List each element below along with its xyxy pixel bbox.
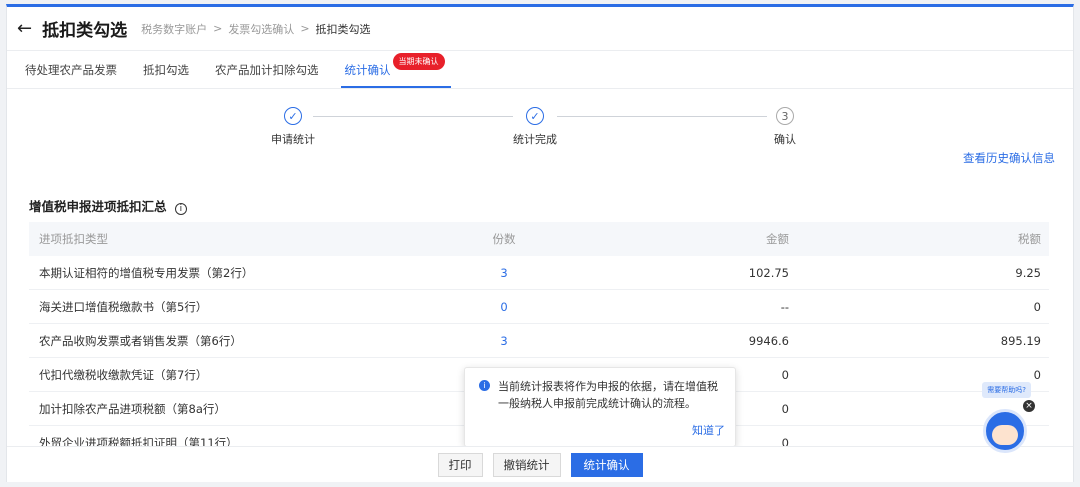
mascot-face xyxy=(992,425,1018,445)
info-popover: i 当前统计报表将作为申报的依据，请在增值税一般纳税人申报前完成统计确认的流程。… xyxy=(464,367,736,447)
print-button[interactable]: 打印 xyxy=(437,452,483,477)
info-icon[interactable]: i xyxy=(174,203,187,215)
cell-type: 海关进口增值税缴款书（第5行） xyxy=(39,299,208,314)
breadcrumb-item[interactable]: 发票勾选确认 xyxy=(228,21,294,37)
cell-tax: 0 xyxy=(1033,367,1041,382)
check-icon: ✓ xyxy=(284,107,302,125)
cancel-statistics-button[interactable]: 撤销统计 xyxy=(492,452,561,477)
step-label: 申请统计 xyxy=(271,133,315,146)
cell-amount: 9946.6 xyxy=(748,333,789,348)
column-header: 份数 xyxy=(492,232,516,246)
breadcrumb-item[interactable]: 税务数字账户 xyxy=(141,21,207,37)
breadcrumb-separator: > xyxy=(300,22,310,35)
table-row: 农产品收购发票或者销售发票（第6行） 3 9946.6 895.19 xyxy=(29,324,1049,358)
cell-amount: 102.75 xyxy=(748,265,789,280)
app-frame: ← 抵扣类勾选 税务数字账户 > 发票勾选确认 > 抵扣类勾选 待处理农产品发票… xyxy=(6,4,1074,482)
status-badge: 当期未确认 xyxy=(392,53,445,70)
tab-bar: 待处理农产品发票 抵扣勾选 农产品加计扣除勾选 统计确认 当期未确认 xyxy=(7,53,1073,89)
cell-type: 代扣代缴税收缴款凭证（第7行） xyxy=(39,367,208,382)
step-statistics-complete: ✓ 统计完成 xyxy=(495,107,575,147)
table-row: 海关进口增值税缴款书（第5行） 0 -- 0 xyxy=(29,290,1049,324)
popover-body: i 当前统计报表将作为申报的依据，请在增值税一般纳税人申报前完成统计确认的流程。 xyxy=(479,378,723,412)
cell-amount: -- xyxy=(780,299,789,314)
step-apply-statistics: ✓ 申请统计 xyxy=(253,107,333,147)
cell-tax: 9.25 xyxy=(1015,265,1041,280)
column-header: 进项抵扣类型 xyxy=(39,232,108,246)
cell-type: 农产品收购发票或者销售发票（第6行） xyxy=(39,333,242,348)
table-row: 本期认证相符的增值税专用发票（第2行） 3 102.75 9.25 xyxy=(29,256,1049,290)
section-title-text: 增值税申报进项抵扣汇总 xyxy=(29,199,167,214)
breadcrumb-current: 抵扣类勾选 xyxy=(315,22,371,36)
page-title: 抵扣类勾选 xyxy=(42,21,128,41)
page-header: ← 抵扣类勾选 税务数字账户 > 发票勾选确认 > 抵扣类勾选 xyxy=(7,7,1073,51)
tab-label: 统计确认 xyxy=(344,63,391,77)
got-it-button[interactable]: 知道了 xyxy=(692,422,725,438)
cell-tax: 0 xyxy=(1033,299,1041,314)
view-history-link[interactable]: 查看历史确认信息 xyxy=(963,150,1055,166)
cell-type: 本期认证相符的增值税专用发票（第2行） xyxy=(39,265,254,280)
cell-type: 加计扣除农产品进项税额（第8a行） xyxy=(39,401,226,416)
popover-text: 当前统计报表将作为申报的依据，请在增值税一般纳税人申报前完成统计确认的流程。 xyxy=(498,380,718,410)
progress-steps: ✓ 申请统计 ✓ 统计完成 3 确认 xyxy=(7,107,1073,167)
info-icon: i xyxy=(479,380,490,391)
step-label: 确认 xyxy=(774,133,796,146)
back-arrow-icon[interactable]: ← xyxy=(17,18,32,39)
step-connector xyxy=(313,116,513,117)
help-bubble[interactable]: 需要帮助吗? xyxy=(982,382,1031,398)
breadcrumb-separator: > xyxy=(213,22,223,35)
section-title: 增值税申报进项抵扣汇总 i xyxy=(29,196,187,215)
tab-pending-agri-invoices[interactable]: 待处理农产品发票 xyxy=(21,62,121,88)
tab-agri-extra-deduction[interactable]: 农产品加计扣除勾选 xyxy=(211,62,323,88)
step-confirm: 3 确认 xyxy=(745,107,825,147)
step-number: 3 xyxy=(776,107,794,125)
cell-count-link[interactable]: 0 xyxy=(469,300,539,314)
assistant-mascot-icon[interactable] xyxy=(983,409,1027,453)
cell-tax: 895.19 xyxy=(1000,333,1041,348)
table-header: 进项抵扣类型 份数 金额 税额 xyxy=(29,222,1049,256)
close-icon[interactable]: × xyxy=(1023,400,1035,412)
tab-deduction-select[interactable]: 抵扣勾选 xyxy=(139,62,193,88)
statistics-confirm-button[interactable]: 统计确认 xyxy=(570,452,643,477)
check-icon: ✓ xyxy=(526,107,544,125)
step-label: 统计完成 xyxy=(513,133,557,146)
tab-statistics-confirm[interactable]: 统计确认 当期未确认 xyxy=(340,53,451,88)
cell-count-link[interactable]: 3 xyxy=(469,334,539,348)
step-connector xyxy=(557,116,767,117)
action-bar: 打印 撤销统计 统计确认 xyxy=(7,446,1073,482)
column-header: 税额 xyxy=(1018,232,1041,246)
column-header: 金额 xyxy=(766,232,789,246)
cell-count-link[interactable]: 3 xyxy=(469,266,539,280)
